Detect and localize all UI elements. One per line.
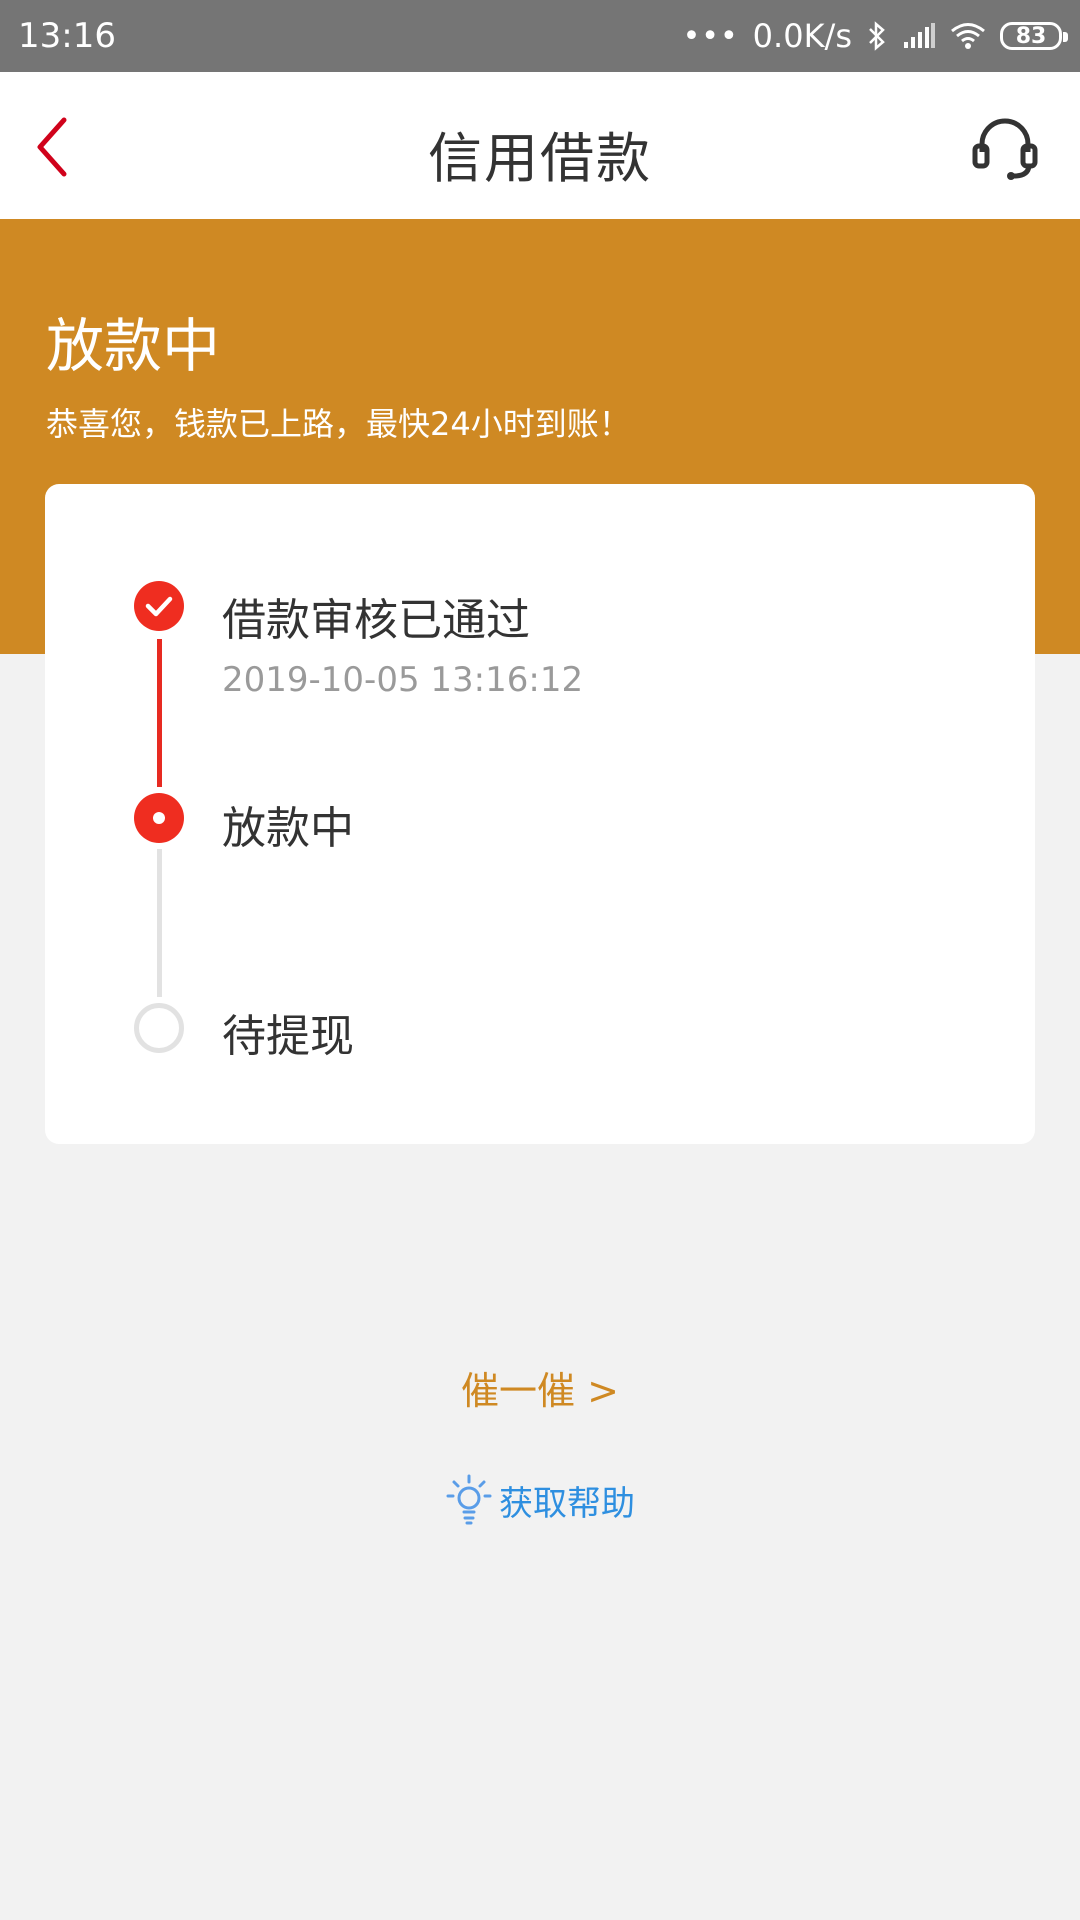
banner-title: 放款中 [46, 312, 221, 380]
wifi-icon [951, 23, 985, 49]
progress-card: 借款审核已通过 2019-10-05 13:16:12 放款中 待提现 [45, 484, 1035, 1144]
dots-icon: ••• [682, 18, 739, 54]
step-current-icon [134, 793, 184, 843]
status-time: 13:16 [18, 16, 116, 56]
headset-icon [972, 118, 1038, 180]
status-icons: ••• 0.0K/s 83 [682, 17, 1068, 55]
help-label: 获取帮助 [499, 1483, 635, 1524]
battery-level: 83 [1015, 23, 1047, 49]
battery-icon: 83 [1000, 22, 1068, 50]
step-label: 借款审核已通过 [222, 595, 530, 646]
page-title: 信用借款 [428, 127, 652, 190]
check-icon [145, 596, 173, 617]
step-label: 放款中 [222, 803, 354, 854]
step-done-icon [134, 581, 184, 631]
step-label: 待提现 [222, 1011, 354, 1062]
get-help-link[interactable]: 获取帮助 [0, 1474, 1080, 1526]
network-speed: 0.0K/s [752, 17, 852, 55]
status-bar: 13:16 ••• 0.0K/s 83 [0, 0, 1080, 72]
signal-icon [904, 23, 935, 48]
timeline-connector-done [157, 639, 162, 787]
step-time: 2019-10-05 13:16:12 [222, 660, 584, 700]
progress-timeline: 借款审核已通过 2019-10-05 13:16:12 放款中 待提现 [45, 484, 1035, 1144]
step-pending-icon [134, 1003, 184, 1053]
bluetooth-icon [869, 21, 885, 51]
banner-subtitle: 恭喜您，钱款已上路，最快24小时到账！ [46, 405, 631, 443]
nav-bar: 信用借款 [0, 72, 1080, 219]
urge-link[interactable]: 催一催 > [0, 1360, 1080, 1415]
lightbulb-icon [446, 1474, 492, 1525]
timeline-connector-pending [157, 849, 162, 997]
customer-service-button[interactable] [970, 112, 1040, 182]
